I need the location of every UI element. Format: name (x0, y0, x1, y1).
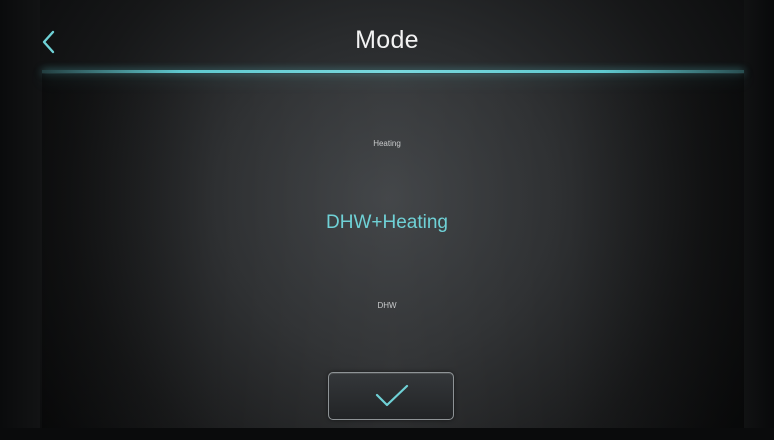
mode-option-dhw[interactable]: DHW (0, 301, 774, 310)
confirm-button[interactable] (328, 372, 454, 420)
mode-screen: Mode Heating DHW+Heating DHW (0, 0, 774, 440)
mode-option-dhw-heating-selected[interactable]: DHW+Heating (0, 212, 774, 234)
header-divider (42, 70, 744, 73)
mode-option-heating[interactable]: Heating (0, 139, 774, 148)
checkmark-icon (374, 383, 410, 409)
header-bar: Mode (0, 0, 774, 72)
bottom-edge (0, 428, 774, 440)
page-title: Mode (355, 26, 419, 54)
